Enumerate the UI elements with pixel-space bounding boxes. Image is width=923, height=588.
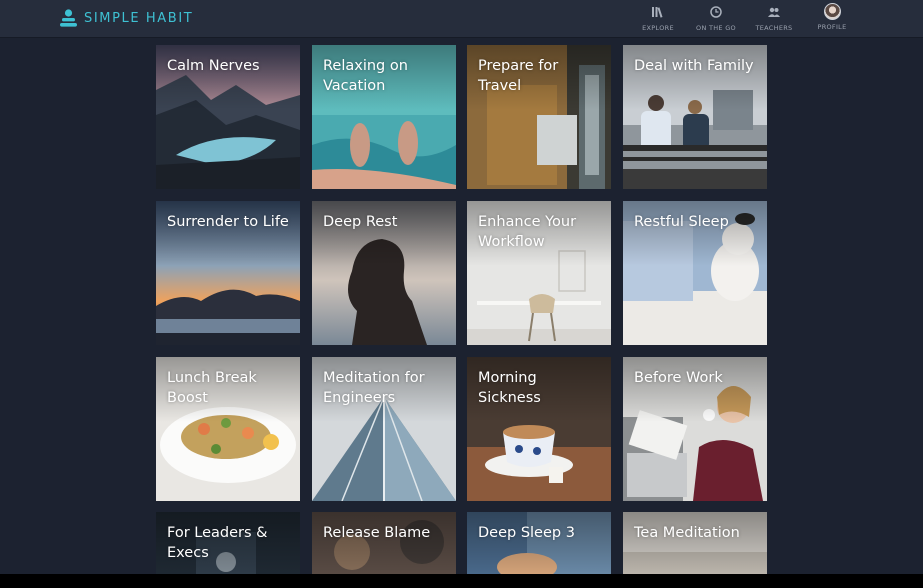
tile-title: Lunch Break Boost <box>167 370 257 406</box>
tile-title: Before Work <box>634 370 723 386</box>
tile-for-leaders-execs[interactable]: For Leaders & Execs <box>156 512 300 574</box>
bottom-edge <box>0 574 923 588</box>
nav-explore-label: EXPLORE <box>642 24 674 32</box>
tile-tea-meditation[interactable]: Tea Meditation <box>623 512 767 574</box>
tile-title: Deep Rest <box>323 214 398 230</box>
tile-meditation-for-engineers[interactable]: Meditation for Engineers <box>312 357 456 501</box>
tile-deal-with-family[interactable]: Deal with Family <box>623 45 767 189</box>
app-header: SIMPLE HABIT EXPLORE ON THE GO TEACHERS … <box>0 0 923 38</box>
tile-title: For Leaders & Execs <box>167 525 268 561</box>
tile-relaxing-on-vacation[interactable]: Relaxing on Vacation <box>312 45 456 189</box>
tile-title: Relaxing on Vacation <box>323 58 408 94</box>
tile-deep-rest[interactable]: Deep Rest <box>312 201 456 345</box>
nav-on-the-go[interactable]: ON THE GO <box>687 3 745 32</box>
tile-title: Prepare for Travel <box>478 58 559 94</box>
tile-prepare-for-travel[interactable]: Prepare for Travel <box>467 45 611 189</box>
avatar-icon <box>823 3 841 20</box>
nav-profile-label: PROFILE <box>817 23 847 31</box>
people-icon <box>768 7 780 17</box>
nav-profile[interactable]: PROFILE <box>803 3 861 32</box>
tile-title: Enhance Your Workflow <box>478 214 577 250</box>
app-name: SIMPLE HABIT <box>84 10 194 26</box>
logo-icon <box>60 8 77 27</box>
tile-shade <box>156 45 300 110</box>
tile-title: Deep Sleep 3 <box>478 525 575 541</box>
tile-release-blame[interactable]: Release Blame <box>312 512 456 574</box>
tile-title: Tea Meditation <box>634 525 740 541</box>
tile-shade <box>156 201 300 266</box>
tile-shade <box>312 201 456 266</box>
tile-restful-sleep[interactable]: Restful Sleep <box>623 201 767 345</box>
tile-title: Calm Nerves <box>167 58 260 74</box>
tile-title: Release Blame <box>323 525 431 541</box>
tile-morning-sickness[interactable]: Morning Sickness <box>467 357 611 501</box>
tile-calm-nerves[interactable]: Calm Nerves <box>156 45 300 189</box>
clock-icon <box>710 6 722 18</box>
library-icon <box>652 7 663 18</box>
app-logo[interactable]: SIMPLE HABIT <box>60 8 193 28</box>
tile-title: Morning Sickness <box>478 370 541 406</box>
tile-surrender-to-life[interactable]: Surrender to Life <box>156 201 300 345</box>
nav-teachers-label: TEACHERS <box>755 24 793 32</box>
tile-shade <box>623 45 767 110</box>
tile-before-work[interactable]: Before Work <box>623 357 767 501</box>
tile-shade <box>623 357 767 422</box>
tile-title: Restful Sleep <box>634 214 729 230</box>
nav-teachers[interactable]: TEACHERS <box>745 3 803 32</box>
nav-explore[interactable]: EXPLORE <box>629 3 687 32</box>
tile-title: Deal with Family <box>634 58 754 74</box>
nav-on-the-go-label: ON THE GO <box>696 24 736 32</box>
tile-lunch-break-boost[interactable]: Lunch Break Boost <box>156 357 300 501</box>
tile-title: Surrender to Life <box>167 214 289 230</box>
top-nav: EXPLORE ON THE GO TEACHERS PROFILE <box>629 3 861 32</box>
tile-title: Meditation for Engineers <box>323 370 425 406</box>
tile-deep-sleep-3[interactable]: Deep Sleep 3 <box>467 512 611 574</box>
tile-enhance-your-workflow[interactable]: Enhance Your Workflow <box>467 201 611 345</box>
tile-shade <box>623 201 767 266</box>
